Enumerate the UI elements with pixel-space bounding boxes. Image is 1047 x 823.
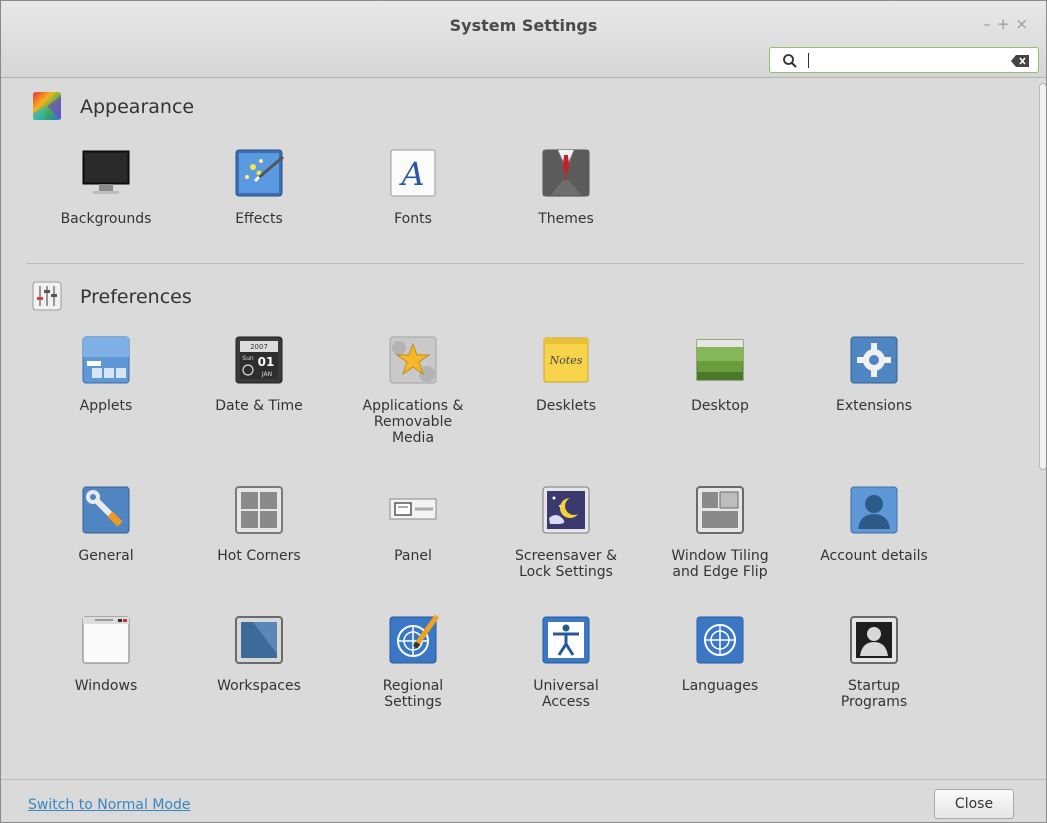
minimize-button[interactable]: – (983, 15, 997, 33)
calendar-day: 01 (258, 355, 275, 369)
setting-label: Panel (394, 548, 432, 564)
setting-universal-access[interactable]: Universal Access (491, 614, 641, 734)
setting-label: Backgrounds (60, 211, 152, 227)
window-controls: –+× (983, 15, 1034, 33)
setting-applets[interactable]: Applets (31, 334, 181, 454)
setting-label: Desktop (691, 398, 749, 414)
setting-label: Regional Settings (382, 678, 444, 710)
desktop-icon (696, 339, 744, 381)
setting-label: Workspaces (217, 678, 301, 694)
setting-fonts[interactable]: A Fonts (338, 147, 488, 267)
setting-label: Themes (538, 211, 594, 227)
clear-search-icon[interactable] (1010, 54, 1030, 68)
search-input[interactable] (814, 50, 998, 72)
workspaces-icon (235, 616, 283, 664)
date-time-icon: 2007 Sun 01 JAN (235, 336, 283, 384)
setting-desklets[interactable]: Notes Desklets (491, 334, 641, 454)
panel-icon (389, 498, 437, 520)
desklets-icon: Notes (543, 337, 589, 383)
calendar-weekday: Sun (242, 355, 254, 362)
setting-startup-programs[interactable]: Startup Programs (799, 614, 949, 734)
setting-workspaces[interactable]: Workspaces (184, 614, 334, 734)
vertical-scrollbar[interactable] (1037, 81, 1046, 778)
applets-icon (82, 336, 130, 384)
setting-label: Applets (79, 398, 133, 414)
setting-backgrounds[interactable]: Backgrounds (31, 147, 181, 267)
setting-languages[interactable]: Languages (645, 614, 795, 734)
startup-programs-icon (850, 616, 898, 664)
preferences-icon (32, 281, 62, 311)
setting-extensions[interactable]: Extensions (799, 334, 949, 454)
titlebar: System Settings –+× (1, 1, 1046, 78)
text-cursor (808, 53, 809, 68)
setting-general[interactable]: General (31, 484, 181, 604)
setting-account-details[interactable]: Account details (799, 484, 949, 604)
regional-settings-icon (389, 614, 439, 664)
setting-desktop[interactable]: Desktop (645, 334, 795, 454)
setting-date-time[interactable]: 2007 Sun 01 JAN Date & Time (184, 334, 334, 454)
setting-screensaver[interactable]: Screensaver & Lock Settings (491, 484, 641, 604)
fonts-icon: A (390, 149, 436, 197)
setting-windows[interactable]: Windows (31, 614, 181, 734)
section-divider (26, 263, 1024, 264)
setting-label: Effects (235, 211, 283, 227)
search-icon (783, 54, 797, 68)
setting-label: Desklets (535, 398, 597, 414)
maximize-button[interactable]: + (997, 15, 1016, 33)
setting-hot-corners[interactable]: Hot Corners (184, 484, 334, 604)
setting-label: Screensaver & Lock Settings (514, 548, 618, 580)
section-title-preferences: Preferences (80, 286, 192, 308)
setting-label: Hot Corners (217, 548, 301, 564)
effects-icon (235, 149, 284, 197)
setting-label: Fonts (394, 211, 432, 227)
calendar-year: 2007 (250, 343, 268, 351)
languages-icon (696, 616, 744, 664)
setting-label: General (78, 548, 134, 564)
backgrounds-icon (82, 150, 130, 194)
section-title-appearance: Appearance (80, 96, 195, 118)
windows-icon (82, 616, 130, 664)
appearance-icon (33, 92, 61, 120)
hot-corners-icon (235, 486, 283, 534)
setting-regional-settings[interactable]: Regional Settings (338, 614, 488, 734)
setting-label: Startup Programs (840, 678, 908, 710)
screensaver-icon (542, 486, 590, 534)
setting-themes[interactable]: Themes (491, 147, 641, 267)
account-details-icon (850, 486, 898, 534)
window-tiling-icon (696, 486, 744, 534)
close-button[interactable]: Close (934, 789, 1014, 819)
calendar-month: JAN (261, 371, 272, 378)
general-icon (82, 486, 130, 534)
setting-label: Extensions (835, 398, 913, 414)
settings-content: Appearance Backgrounds Effects A Fonts T… (10, 81, 1033, 778)
extensions-icon (850, 336, 898, 384)
desklets-icon-notes: Notes (549, 354, 583, 367)
setting-effects[interactable]: Effects (184, 147, 334, 267)
window-title: System Settings (449, 16, 598, 35)
scrollbar-thumb[interactable] (1039, 83, 1046, 470)
setting-panel[interactable]: Panel (338, 484, 488, 604)
setting-window-tiling[interactable]: Window Tiling and Edge Flip (645, 484, 795, 604)
universal-access-icon (542, 616, 590, 664)
setting-label: Applications & Removable Media (362, 398, 464, 446)
switch-mode-link[interactable]: Switch to Normal Mode (28, 797, 191, 813)
setting-label: Date & Time (215, 398, 303, 414)
setting-label: Account details (820, 548, 928, 564)
setting-label: Languages (681, 678, 759, 694)
close-window-button[interactable]: × (1015, 15, 1034, 33)
setting-label: Universal Access (533, 678, 599, 710)
setting-applications-removable-media[interactable]: Applications & Removable Media (338, 334, 488, 454)
themes-icon (542, 149, 590, 197)
setting-label: Windows (74, 678, 138, 694)
setting-label: Window Tiling and Edge Flip (671, 548, 769, 580)
system-settings-window: System Settings –+× Appearance Backgroun… (0, 0, 1047, 823)
footer-bar: Switch to Normal Mode Close (1, 779, 1046, 822)
fonts-icon-letter: A (398, 155, 424, 193)
applications-removable-media-icon (389, 336, 437, 384)
search-box[interactable] (769, 47, 1039, 73)
